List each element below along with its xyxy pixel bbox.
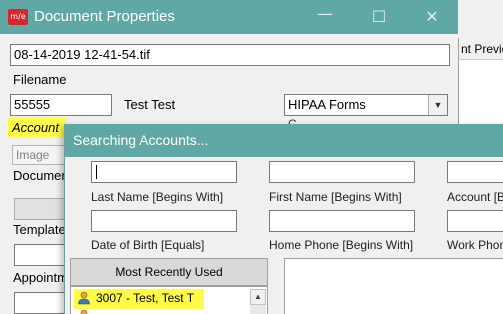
last-name-label: Last Name [Begins With] bbox=[91, 190, 224, 204]
maximize-icon[interactable]: ☐ bbox=[370, 8, 388, 26]
first-name-input[interactable] bbox=[269, 161, 415, 183]
account-search-label: Account [Be bbox=[447, 190, 503, 204]
appointment-label: Appointm bbox=[13, 270, 68, 285]
work-phone-label: Work Phon bbox=[447, 238, 503, 252]
preview-pane-header: nt Previe bbox=[458, 38, 503, 60]
account-name-text: Test Test bbox=[124, 97, 176, 112]
document-button[interactable] bbox=[14, 198, 68, 220]
person-icon bbox=[80, 309, 88, 314]
first-name-label: First Name [Begins With] bbox=[269, 190, 402, 204]
document-type-value: HIPAA Forms bbox=[288, 97, 366, 112]
search-dialog-titlebar[interactable]: Searching Accounts... bbox=[65, 124, 503, 157]
template-input[interactable] bbox=[14, 244, 68, 266]
home-phone-input[interactable] bbox=[269, 210, 415, 232]
document-properties-titlebar[interactable]: m/e Document Properties — ☐ ✕ bbox=[0, 0, 458, 34]
minimize-icon[interactable]: — bbox=[316, 5, 334, 23]
appointment-input[interactable] bbox=[14, 292, 68, 314]
screen: m/e Document Properties — ☐ ✕ nt Previe … bbox=[0, 0, 503, 314]
template-label: Template bbox=[13, 222, 66, 237]
document-label: Documen bbox=[13, 168, 69, 183]
search-results-pane[interactable] bbox=[284, 258, 503, 314]
text-cursor bbox=[96, 165, 97, 179]
chevron-down-icon[interactable]: ▼ bbox=[428, 95, 447, 115]
account-number-input[interactable]: 55555 bbox=[10, 94, 112, 116]
date-of-birth-input[interactable] bbox=[91, 210, 237, 232]
filename-label: Filename bbox=[13, 72, 67, 87]
most-recently-used-header[interactable]: Most Recently Used bbox=[70, 258, 268, 286]
most-recently-used-list: 3007 - Test, Test T ▲ bbox=[70, 286, 268, 314]
window-title: Document Properties bbox=[34, 8, 175, 25]
filename-input[interactable]: 08-14-2019 12-41-54.tif bbox=[10, 44, 450, 66]
home-phone-label: Home Phone [Begins With] bbox=[269, 238, 414, 252]
search-dialog-title: Searching Accounts... bbox=[73, 132, 209, 148]
searching-accounts-dialog: Searching Accounts... Last Name [Begins … bbox=[64, 124, 503, 314]
document-type-select[interactable]: HIPAA Forms ▼ bbox=[284, 94, 448, 116]
scroll-up-icon[interactable]: ▲ bbox=[250, 289, 266, 305]
app-logo-icon: m/e bbox=[8, 9, 28, 25]
account-search-input[interactable] bbox=[447, 161, 503, 183]
preview-pane bbox=[458, 60, 503, 130]
list-item[interactable]: 3007 - Test, Test T bbox=[96, 291, 194, 305]
person-icon bbox=[78, 291, 90, 305]
account-label: Account bbox=[12, 120, 59, 135]
scrollbar-track[interactable] bbox=[250, 305, 266, 314]
close-icon[interactable]: ✕ bbox=[423, 8, 441, 26]
last-name-input[interactable] bbox=[91, 161, 237, 183]
date-of-birth-label: Date of Birth [Equals] bbox=[91, 238, 205, 252]
image-field: Image bbox=[12, 145, 72, 165]
work-phone-input[interactable] bbox=[447, 210, 503, 232]
